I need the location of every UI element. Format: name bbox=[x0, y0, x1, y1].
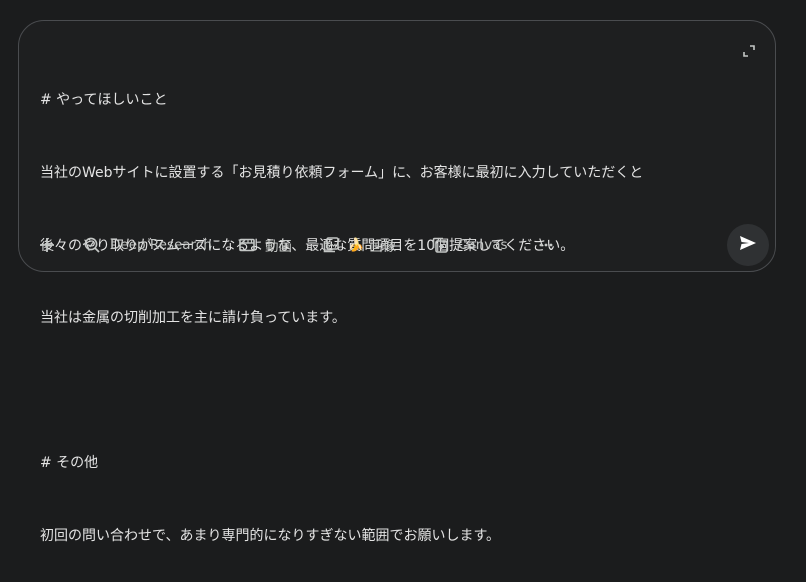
canvas-button[interactable]: Canvas bbox=[431, 227, 508, 263]
canvas-label: Canvas bbox=[458, 237, 508, 253]
prompt-line: # やってほしいこと bbox=[40, 92, 168, 109]
film-icon bbox=[238, 236, 256, 254]
send-button[interactable] bbox=[727, 224, 769, 266]
deep-research-icon bbox=[83, 236, 101, 254]
prompt-line: # その他 bbox=[40, 455, 99, 472]
send-icon bbox=[738, 233, 758, 257]
video-label: 動画 bbox=[265, 239, 292, 255]
prompt-composer[interactable]: # やってほしいこと 当社のWebサイトに設置する「お見積り依頼フォーム」に、お… bbox=[18, 20, 776, 544]
prompt-line: 当社のWebサイトに設置する「お見積り依頼フォーム」に、お客様に最初に入力してい… bbox=[40, 165, 644, 181]
deep-research-button[interactable]: Deep Research bbox=[83, 227, 212, 263]
prompt-line: 当社は金属の切削加工を主に請け負っています。 bbox=[40, 310, 346, 327]
add-button[interactable] bbox=[38, 227, 56, 263]
expand-icon[interactable] bbox=[742, 43, 756, 57]
image-stack-icon bbox=[322, 236, 340, 254]
image-button[interactable]: 🍌 画像 bbox=[322, 227, 396, 263]
plus-icon bbox=[38, 236, 56, 254]
prompt-line bbox=[40, 379, 730, 403]
composer-toolbar: Deep Research 動画 🍌 画像 Canvas bbox=[19, 227, 775, 263]
banana-emoji: 🍌 bbox=[348, 237, 365, 253]
deep-research-label: Deep Research bbox=[110, 237, 212, 253]
more-button[interactable] bbox=[538, 227, 554, 263]
video-button[interactable]: 動画 bbox=[238, 227, 292, 263]
image-label: 画像 bbox=[369, 239, 397, 255]
more-horizontal-icon bbox=[538, 237, 554, 253]
prompt-line: 初回の問い合わせで、あまり専門的になりすぎない範囲でお願いします。 bbox=[40, 527, 501, 544]
prompt-text-area[interactable]: # やってほしいこと 当社のWebサイトに設置する「お見積り依頼フォーム」に、お… bbox=[40, 40, 730, 582]
canvas-icon bbox=[431, 236, 449, 254]
